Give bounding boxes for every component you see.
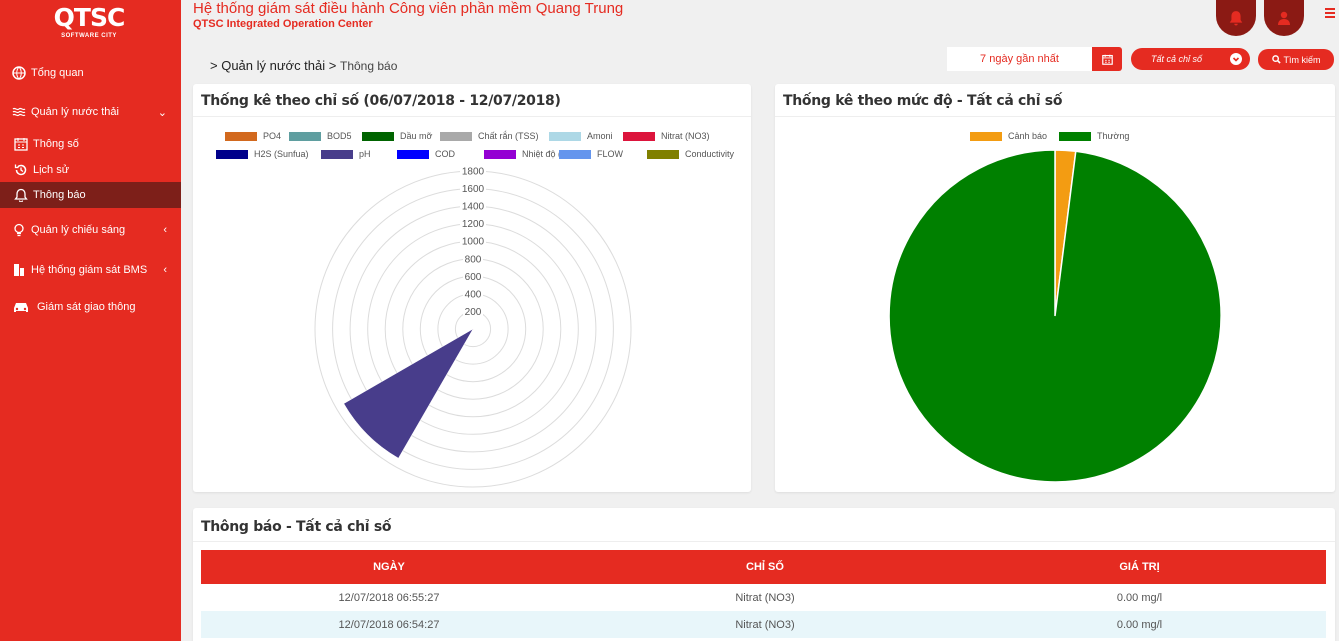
cell-value: 0.00 mg/l (1116, 618, 1163, 631)
tick-label: 1800 (462, 167, 485, 178)
search-button[interactable]: Tìm kiếm (1258, 49, 1334, 70)
logo-subtext: SOFTWARE CITY (61, 33, 117, 39)
sidebar-item-bms[interactable]: Hệ thống giám sát BMS ‹ (0, 260, 181, 280)
table-row[interactable]: 12/07/2018 06:54:27 Nitrat (NO3) 0.00 mg… (201, 611, 1326, 638)
pie-chart (888, 149, 1222, 483)
calendar-icon (14, 138, 28, 151)
search-icon (1271, 55, 1281, 64)
lightbulb-icon (14, 223, 24, 237)
page-subtitle: QTSC Integrated Operation Center (193, 18, 373, 30)
sidebar-item-overview[interactable]: Tổng quan (0, 64, 181, 82)
pie-slice-1[interactable] (888, 149, 1222, 483)
sidebar-item-label: Thông báo (33, 189, 86, 201)
chevron-down-icon (1230, 53, 1242, 65)
search-button-label: Tìm kiếm (1283, 54, 1321, 65)
sidebar-item-label: Tổng quan (31, 67, 84, 79)
page-title: Hệ thống giám sát điều hành Công viên ph… (193, 0, 624, 17)
sidebar-item-label: Giám sát giao thông (37, 301, 136, 313)
panel-title: Thông báo - Tất cả chỉ số (201, 519, 392, 535)
cell-value: 0.00 mg/l (1116, 591, 1163, 604)
sidebar-item-traffic[interactable]: Giám sát giao thông (0, 297, 181, 317)
column-header-date[interactable]: NGÀY (201, 561, 577, 573)
sidebar-item-wastewater[interactable]: Quản lý nước thải ⌄ (0, 103, 181, 121)
indicator-stats-panel: Thống kê theo chỉ số (06/07/2018 - 12/07… (193, 84, 751, 492)
tick-label: 1600 (462, 184, 485, 195)
tick-label: 1000 (462, 237, 485, 248)
menu-icon[interactable] (1325, 8, 1335, 18)
tick-label: 1200 (462, 219, 485, 230)
sidebar-item-label: Thông số (33, 138, 79, 150)
polar-area-chart: 200 400 600 800 1000 1200 1400 1600 1800 (314, 165, 632, 488)
breadcrumb: > Quản lý nước thải > Thông báo (210, 58, 397, 73)
breadcrumb-current: Thông báo (339, 59, 398, 73)
sidebar-item-lighting[interactable]: Quản lý chiếu sáng ‹ (0, 220, 181, 240)
sidebar: QTSC SOFTWARE CITY Tổng quan Quản lý nướ… (0, 0, 181, 641)
sidebar-item-label: Quản lý nước thải (31, 106, 119, 118)
sidebar-item-notifications[interactable]: Thông báo (0, 182, 181, 208)
sidebar-item-parameters[interactable]: Thông số (0, 134, 181, 154)
date-range-input[interactable]: 7 ngày gần nhất (947, 47, 1092, 71)
sidebar-item-label: Quản lý chiếu sáng (31, 224, 126, 236)
history-icon (14, 164, 27, 176)
chevron-left-icon: ‹ (163, 224, 167, 236)
bell-icon (1229, 11, 1243, 26)
tick-label: 400 (465, 289, 482, 300)
column-header-value[interactable]: GIÁ TRỊ (953, 561, 1326, 573)
car-icon (14, 303, 28, 312)
tick-label: 600 (465, 272, 482, 283)
tick-label: 800 (465, 254, 482, 265)
metric-select[interactable]: Tất cả chỉ số (1131, 48, 1250, 70)
cell-metric: Nitrat (NO3) (735, 591, 795, 604)
waves-icon (12, 107, 26, 117)
globe-icon (12, 66, 26, 80)
tick-label: 200 (465, 307, 482, 318)
logo-mark: QTSC (53, 3, 126, 32)
notification-button[interactable] (1216, 0, 1256, 36)
chevron-down-icon: ⌄ (157, 106, 167, 119)
qtsc-logo[interactable]: QTSC SOFTWARE CITY (50, 4, 128, 42)
metric-select-value: Tất cả chỉ số (1151, 54, 1203, 64)
table-header: NGÀY CHỈ SỐ GIÁ TRỊ (201, 550, 1326, 584)
table-row[interactable]: 12/07/2018 06:55:27 Nitrat (NO3) 0.00 mg… (201, 584, 1326, 611)
sidebar-item-history[interactable]: Lịch sử (0, 160, 181, 180)
calendar-icon (1101, 54, 1113, 65)
polar-segment-7[interactable] (343, 328, 474, 459)
severity-stats-panel: Thống kê theo mức độ - Tất cả chỉ số Cản… (775, 84, 1335, 492)
cell-date: 12/07/2018 06:54:27 (338, 618, 440, 631)
user-button[interactable] (1264, 0, 1304, 36)
calendar-button[interactable] (1092, 47, 1122, 71)
chevron-left-icon: ‹ (163, 264, 167, 276)
tick-label: 1400 (462, 202, 485, 213)
breadcrumb-section[interactable]: > Quản lý nước thải > (210, 58, 336, 73)
building-icon (14, 264, 24, 276)
bell-icon (14, 188, 28, 202)
cell-date: 12/07/2018 06:55:27 (338, 591, 440, 604)
sidebar-item-label: Lịch sử (33, 164, 70, 176)
sidebar-item-label: Hệ thống giám sát BMS (31, 264, 148, 276)
column-header-metric[interactable]: CHỈ SỐ (577, 561, 953, 573)
user-icon (1278, 11, 1290, 25)
cell-metric: Nitrat (NO3) (735, 618, 795, 631)
